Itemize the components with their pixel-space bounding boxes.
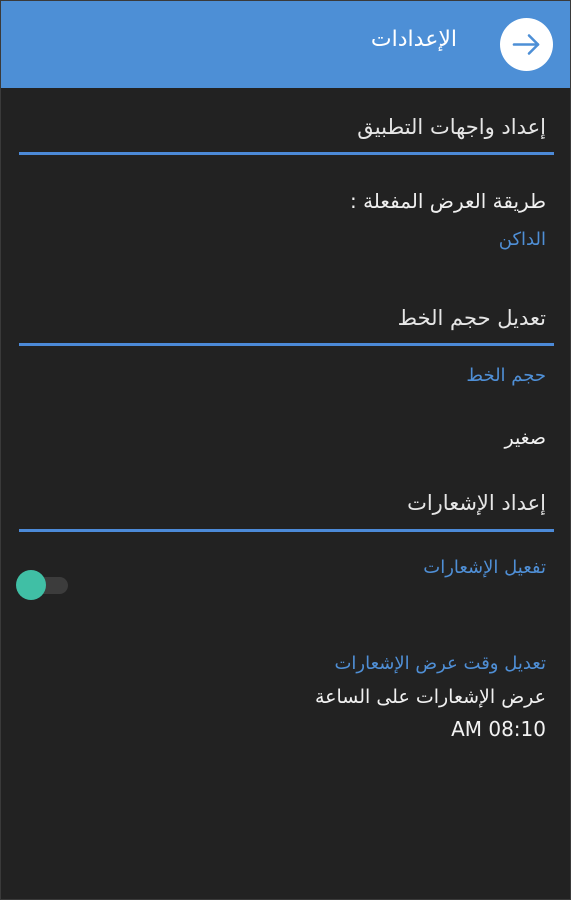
settings-screen: الإعدادات إعداد واجهات التطبيق طريقة الع…	[0, 0, 571, 900]
font-size-label[interactable]: حجم الخط	[466, 365, 546, 386]
arrow-right-icon	[512, 34, 540, 55]
back-button[interactable]	[500, 18, 553, 71]
toggle-thumb	[16, 570, 46, 600]
notification-time-value[interactable]: AM 08:10	[451, 717, 546, 741]
app-bar: الإعدادات	[1, 1, 570, 88]
page-title: الإعدادات	[370, 27, 457, 52]
section-title-font: تعديل حجم الخط	[397, 306, 546, 330]
section-divider	[19, 529, 554, 532]
display-mode-label[interactable]: طريقة العرض المفعلة :	[350, 189, 546, 213]
font-size-value[interactable]: صغير	[504, 427, 546, 449]
section-divider	[19, 152, 554, 155]
section-title-interface: إعداد واجهات التطبيق	[357, 115, 546, 139]
enable-notifications-toggle[interactable]	[16, 568, 70, 602]
notification-time-description: عرض الإشعارات على الساعة	[314, 686, 546, 708]
section-title-notifications: إعداد الإشعارات	[407, 491, 546, 515]
section-divider	[19, 343, 554, 346]
display-mode-value[interactable]: الداكن	[499, 229, 546, 250]
notification-time-setting[interactable]: تعديل وقت عرض الإشعارات	[334, 653, 546, 674]
enable-notifications-label: تفعيل الإشعارات	[423, 557, 546, 578]
